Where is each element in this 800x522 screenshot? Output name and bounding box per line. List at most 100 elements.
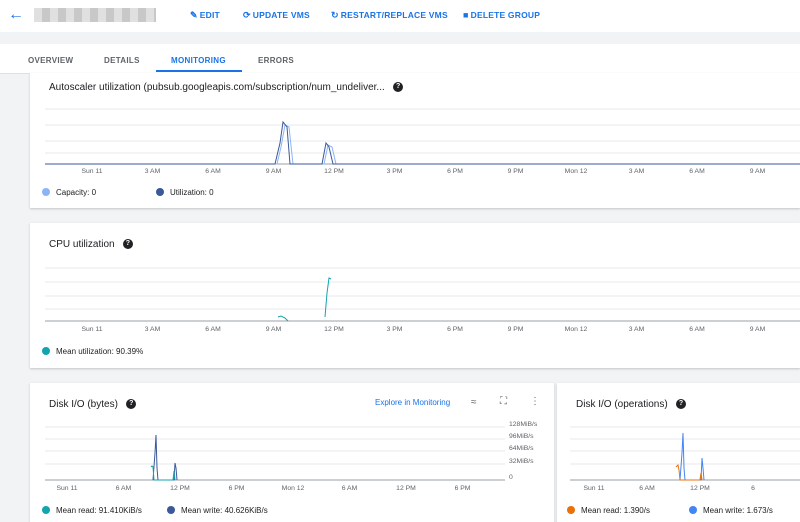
- capacity-value: 0: [91, 188, 97, 197]
- legend-disk-mean-read[interactable]: Mean read: 91.410KiB/s: [42, 505, 142, 515]
- autoscaler-chart: [45, 108, 800, 165]
- x-tick-label: 12 PM: [324, 168, 344, 175]
- group-name-redacted: [34, 8, 156, 22]
- tab-monitoring[interactable]: MONITORING: [171, 56, 226, 65]
- help-icon[interactable]: ?: [122, 239, 133, 250]
- x-tick-label: Sun 11: [56, 485, 78, 492]
- cpu-title-text: CPU utilization: [49, 239, 115, 250]
- x-tick-label: 9 AM: [749, 326, 766, 333]
- mean-utilization-dot: [42, 346, 50, 355]
- x-tick-label: 6 PM: [447, 326, 463, 333]
- capacity-series: [45, 124, 800, 165]
- x-tick-label: 9 AM: [265, 326, 282, 333]
- x-tick-label: Mon 12: [564, 168, 588, 175]
- disk-write-label: Mean write:: [181, 506, 223, 515]
- x-tick-label: 3 AM: [144, 168, 161, 175]
- x-tick-label: 6 AM: [689, 168, 705, 175]
- capacity-dot: [42, 187, 50, 196]
- arrow-back-icon[interactable]: ←: [8, 7, 24, 23]
- x-tick-label: 12 PM: [324, 326, 344, 333]
- edit-button[interactable]: ✎ EDIT: [190, 10, 220, 21]
- ops-read-label: Mean read:: [581, 506, 622, 515]
- x-tick-label: 3 PM: [386, 326, 403, 333]
- tab-details[interactable]: DETAILS: [104, 56, 140, 65]
- more-vert-icon[interactable]: ⋮: [530, 396, 540, 407]
- legend-mean-utilization[interactable]: Mean utilization: 90.39%: [42, 346, 144, 356]
- tab-errors[interactable]: ERRORS: [258, 56, 294, 65]
- disk-io-operations-card: Disk I/O (operations) ? Sun 11 6 AM 12 PM 6…: [557, 383, 800, 522]
- legend-disk-mean-write[interactable]: Mean write: 40.626KiB/s: [167, 505, 268, 515]
- x-tick-label: 9 PM: [507, 168, 524, 175]
- x-tick-label: Mon 12: [564, 326, 588, 333]
- utilization-label: Utilization:: [170, 188, 207, 197]
- ops-read-series: [675, 463, 703, 481]
- x-tick-label: Sun 11: [583, 485, 605, 492]
- restart-replace-vms-button[interactable]: ↻ RESTART/REPLACE VMS: [331, 10, 448, 21]
- fullscreen-icon[interactable]: ⛶: [500, 396, 507, 407]
- disk-bytes-chart: [45, 426, 505, 481]
- legend-capacity[interactable]: Capacity: 0: [42, 187, 97, 197]
- x-tick-label: 9 PM: [507, 326, 524, 333]
- disk-ops-title-text: Disk I/O (operations): [576, 399, 668, 410]
- disk-ops-title: Disk I/O (operations) ?: [576, 399, 687, 410]
- disk-write-dot: [167, 505, 175, 514]
- capacity-label: Capacity:: [56, 188, 90, 197]
- mean-utilization-value: 90.39%: [116, 347, 144, 356]
- y-tick-label: 0: [509, 474, 513, 481]
- header-bar: ← ✎ EDIT ⟳ UPDATE VMS ↻ RESTART/REPLACE VMS…: [0, 0, 800, 32]
- update-vms-label: UPDATE VMS: [252, 10, 310, 20]
- legend-toggle-icon[interactable]: ≈: [471, 397, 477, 408]
- help-icon[interactable]: ?: [676, 399, 687, 410]
- active-tab-indicator: [156, 70, 242, 72]
- cpu-chart: [45, 267, 800, 322]
- help-icon[interactable]: ?: [393, 82, 404, 93]
- x-tick-label: 3 AM: [144, 326, 161, 333]
- ops-read-value: 1.390/s: [623, 506, 650, 515]
- update-vms-button[interactable]: ⟳ UPDATE VMS: [243, 10, 310, 21]
- autoscaler-title: Autoscaler utilization (pubsub.googleapi…: [49, 82, 404, 93]
- utilization-dot: [156, 187, 164, 196]
- sync-icon: ⟳: [243, 10, 251, 20]
- restart-replace-label: RESTART/REPLACE VMS: [340, 10, 448, 20]
- x-tick-label: 6 AM: [205, 326, 221, 333]
- delete-group-button[interactable]: ■ DELETE GROUP: [463, 10, 540, 20]
- x-tick-label: 6 PM: [454, 485, 471, 492]
- x-tick-label: 6: [751, 485, 755, 492]
- disk-read-value: 91.410KiB/s: [98, 506, 142, 515]
- tab-bar: OVERVIEW DETAILS MONITORING ERRORS: [0, 44, 800, 74]
- x-tick-label: 6 AM: [205, 168, 221, 175]
- x-tick-label: 12 PM: [690, 485, 710, 492]
- x-tick-label: 12 PM: [170, 485, 190, 492]
- utilization-value: 0: [209, 188, 214, 197]
- x-tick-label: 9 AM: [749, 168, 766, 175]
- x-tick-label: 6 AM: [341, 485, 358, 492]
- explore-in-monitoring-link[interactable]: Explore in Monitoring: [375, 398, 450, 407]
- ops-write-series: [679, 432, 705, 481]
- help-icon[interactable]: ?: [126, 399, 137, 410]
- tab-overview[interactable]: OVERVIEW: [28, 56, 73, 65]
- disk-bytes-title: Disk I/O (bytes) ?: [49, 399, 137, 410]
- y-tick-label: 128MiB/s: [509, 421, 538, 428]
- x-tick-label: 12 PM: [396, 485, 416, 492]
- disk-write-value: 40.626KiB/s: [224, 506, 268, 515]
- pencil-icon: ✎: [190, 10, 198, 20]
- trash-icon: ■: [463, 10, 469, 20]
- cpu-utilization-card: CPU utilization ? Sun 11 3 AM 6 AM 9 AM 12 P…: [30, 223, 800, 368]
- x-tick-label: 6 PM: [447, 168, 463, 175]
- ops-read-dot: [567, 505, 575, 514]
- ops-write-dot: [689, 505, 697, 514]
- legend-ops-mean-read[interactable]: Mean read: 1.390/s: [567, 505, 650, 515]
- legend-ops-mean-write[interactable]: Mean write: 1.673/s: [689, 505, 773, 515]
- ops-write-value: 1.673/s: [746, 506, 773, 515]
- x-tick-label: Sun 11: [81, 326, 103, 333]
- x-tick-label: 3 PM: [386, 168, 403, 175]
- x-tick-label: 6 AM: [689, 326, 705, 333]
- y-tick-label: 64MiB/s: [509, 445, 534, 452]
- disk-io-bytes-card: Disk I/O (bytes) ? Explore in Monitoring…: [30, 383, 554, 522]
- mean-utilization-label: Mean utilization:: [56, 347, 114, 356]
- restart-icon: ↻: [331, 10, 339, 20]
- cpu-series-segment-2: [324, 277, 332, 318]
- edit-label: EDIT: [199, 10, 220, 20]
- delete-group-label: DELETE GROUP: [470, 10, 541, 20]
- legend-utilization[interactable]: Utilization: 0: [156, 187, 214, 197]
